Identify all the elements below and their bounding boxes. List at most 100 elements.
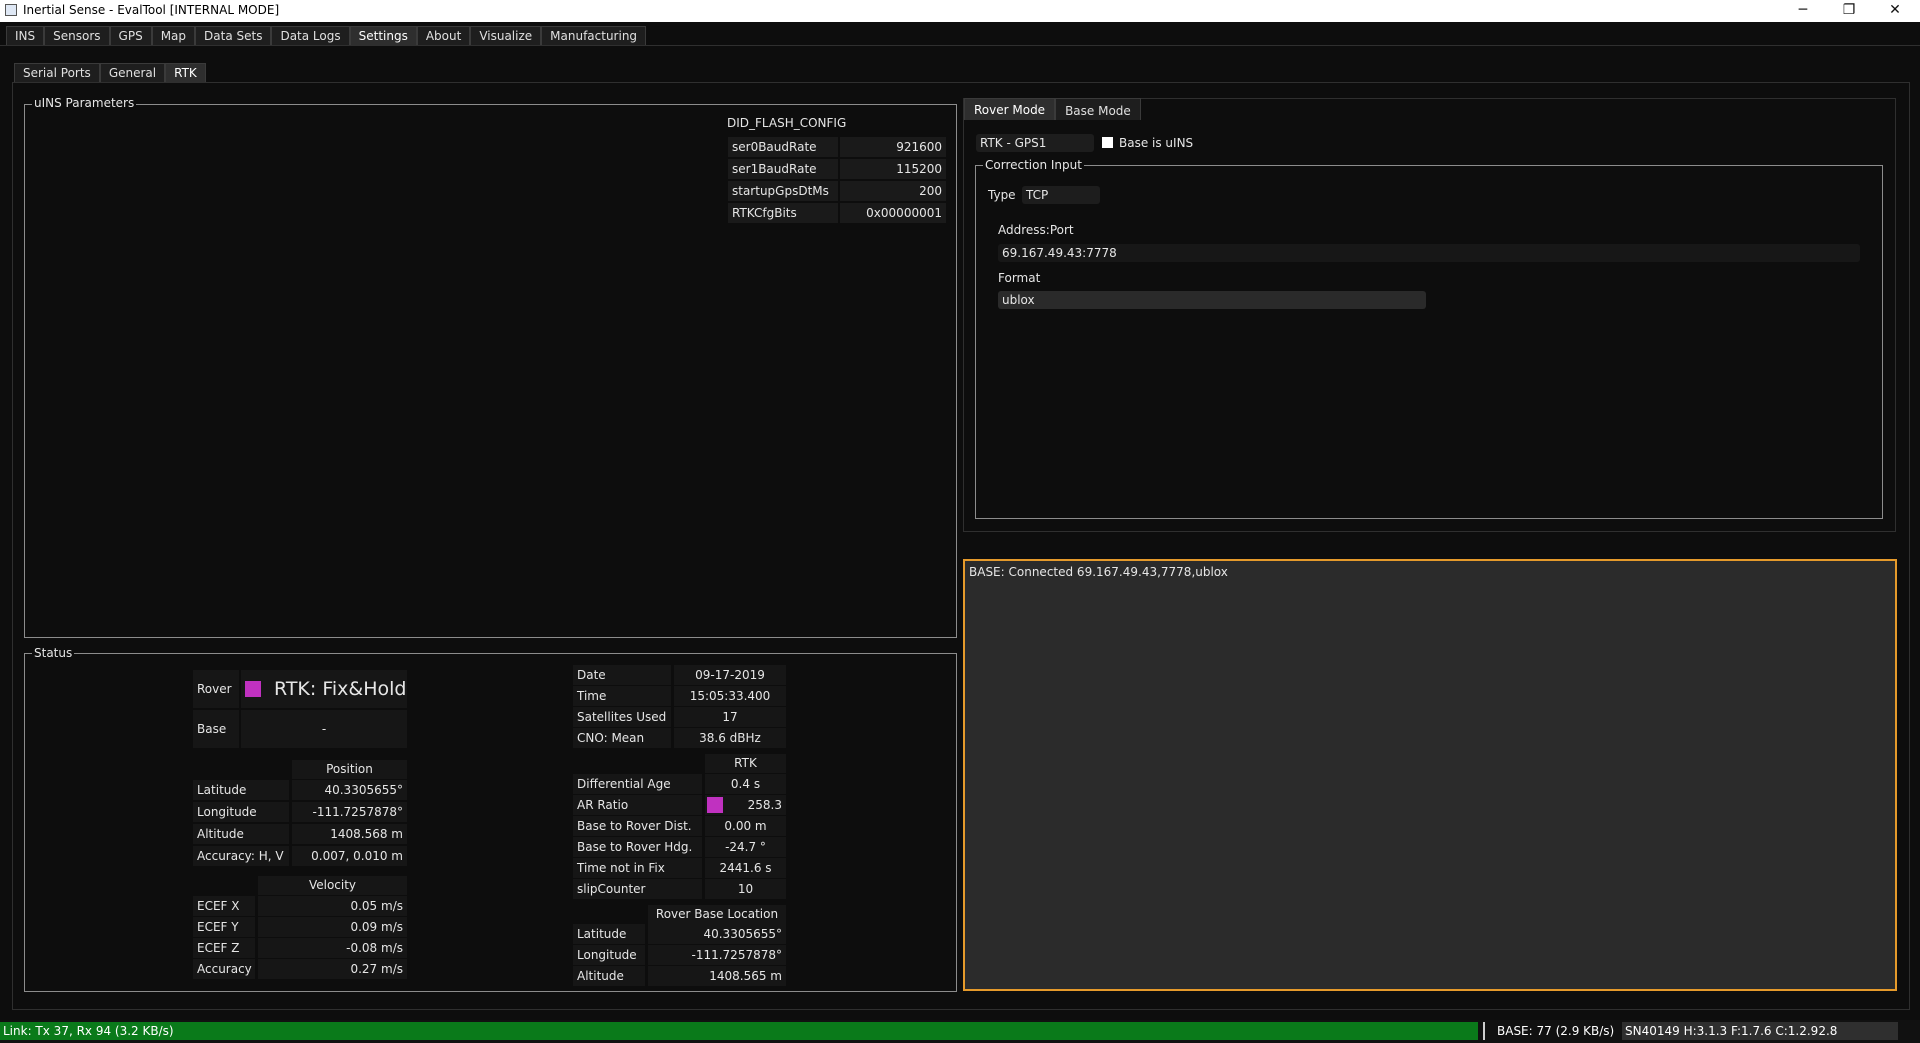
- correction-input-group: [975, 165, 1883, 519]
- config-row-ser0: ser0BaudRate 921600: [728, 137, 946, 157]
- velocity-value: 0.05 m/s: [258, 896, 407, 916]
- position-value: 40.3305655°: [292, 780, 407, 800]
- correction-input-title: Correction Input: [983, 158, 1084, 172]
- info-value: 15:05:33.400: [674, 686, 786, 706]
- velocity-key: Accuracy: [193, 959, 255, 979]
- tab-divider: [0, 45, 1920, 46]
- velocity-value: -0.08 m/s: [258, 938, 407, 958]
- tab-base-mode[interactable]: Base Mode: [1055, 98, 1141, 120]
- info-key: Date: [573, 665, 671, 685]
- tab-data-sets[interactable]: Data Sets: [195, 26, 272, 45]
- config-value[interactable]: 115200: [840, 159, 946, 179]
- link-status: Link: Tx 37, Rx 94 (3.2 KB/s): [0, 1022, 1478, 1040]
- base-location-key: Latitude: [573, 924, 645, 944]
- base-location-value: 40.3305655°: [648, 924, 786, 944]
- rover-fix-indicator: [245, 681, 261, 697]
- device-serial-status: SN40149 H:3.1.3 F:1.7.6 C:1.2.92.8: [1622, 1022, 1898, 1040]
- rtk-key: Differential Age: [573, 774, 702, 794]
- mode-tab-bar: Rover Mode Base Mode: [964, 98, 1141, 120]
- format-select[interactable]: ublox: [998, 291, 1426, 309]
- rtk-mode-select[interactable]: RTK - GPS1: [976, 134, 1094, 152]
- rover-status-cell: RTK: Fix&Hold: [241, 670, 407, 708]
- ar-ratio-indicator: [707, 797, 723, 813]
- status-divider: [1483, 1022, 1485, 1040]
- rtk-key: slipCounter: [573, 879, 702, 899]
- rtk-value: 2441.6 s: [705, 858, 786, 878]
- info-value: 17: [674, 707, 786, 727]
- tab-general[interactable]: General: [99, 63, 166, 82]
- tab-serial-ports[interactable]: Serial Ports: [14, 63, 100, 82]
- base-is-uins-checkbox[interactable]: [1102, 137, 1113, 148]
- config-value[interactable]: 0x00000001: [840, 203, 946, 223]
- velocity-key: ECEF Y: [193, 917, 255, 937]
- tab-manufacturing[interactable]: Manufacturing: [541, 26, 647, 45]
- config-key: startupGpsDtMs: [728, 181, 838, 201]
- tab-about[interactable]: About: [416, 26, 471, 45]
- tab-data-logs[interactable]: Data Logs: [271, 26, 350, 45]
- rtk-header: RTK: [705, 754, 786, 773]
- info-value: 09-17-2019: [674, 665, 786, 685]
- rtk-key: AR Ratio: [573, 795, 702, 815]
- base-status-value: -: [241, 710, 407, 748]
- settings-sub-tab-bar: Serial Ports General RTK: [14, 63, 206, 83]
- address-port-input[interactable]: 69.167.49.43:7778: [998, 244, 1860, 262]
- tab-gps[interactable]: GPS: [109, 26, 152, 45]
- title-bar: Inertial Sense - EvalTool [INTERNAL MODE…: [0, 0, 1920, 22]
- maximize-button[interactable]: ❐: [1826, 0, 1872, 22]
- uins-parameters-title: uINS Parameters: [32, 96, 137, 110]
- tab-rover-mode[interactable]: Rover Mode: [964, 98, 1056, 120]
- position-key: Longitude: [193, 802, 289, 822]
- info-key: Time: [573, 686, 671, 706]
- position-header: Position: [292, 760, 407, 779]
- config-value[interactable]: 921600: [840, 137, 946, 157]
- info-value: 38.6 dBHz: [674, 728, 786, 748]
- config-key: ser1BaudRate: [728, 159, 838, 179]
- type-select[interactable]: TCP: [1022, 186, 1100, 204]
- config-row-startup: startupGpsDtMs 200: [728, 181, 946, 201]
- status-bar: Link: Tx 37, Rx 94 (3.2 KB/s) BASE: 77 (…: [0, 1020, 1920, 1043]
- rtk-value: 10: [705, 879, 786, 899]
- app-icon: [5, 4, 17, 16]
- rtk-value: 258.3: [747, 798, 782, 812]
- address-port-label: Address:Port: [998, 223, 1074, 237]
- rtk-key: Base to Rover Hdg.: [573, 837, 702, 857]
- base-rate-status: BASE: 77 (2.9 KB/s): [1497, 1024, 1615, 1038]
- tab-ins[interactable]: INS: [6, 26, 45, 45]
- rover-label: Rover: [193, 670, 239, 708]
- format-label: Format: [998, 271, 1041, 285]
- velocity-key: ECEF X: [193, 896, 255, 916]
- minimize-button[interactable]: ─: [1780, 0, 1826, 22]
- rtk-key: Base to Rover Dist.: [573, 816, 702, 836]
- status-group: [24, 653, 957, 992]
- base-location-key: Altitude: [573, 966, 645, 986]
- tab-settings[interactable]: Settings: [349, 26, 417, 45]
- base-location-value: 1408.565 m: [648, 966, 786, 986]
- velocity-header: Velocity: [258, 876, 407, 895]
- base-label: Base: [193, 710, 239, 748]
- rtk-value: 0.4 s: [705, 774, 786, 794]
- position-value: 0.007, 0.010 m: [292, 846, 407, 866]
- tab-map[interactable]: Map: [151, 26, 196, 45]
- log-text: BASE: Connected 69.167.49.43,7778,ublox: [969, 565, 1228, 579]
- tab-sensors[interactable]: Sensors: [44, 26, 110, 45]
- velocity-value: 0.27 m/s: [258, 959, 407, 979]
- rtk-key: Time not in Fix: [573, 858, 702, 878]
- base-location-header: Rover Base Location: [648, 905, 786, 924]
- config-row-ser1: ser1BaudRate 115200: [728, 159, 946, 179]
- window-title: Inertial Sense - EvalTool [INTERNAL MODE…: [23, 3, 280, 17]
- connection-log[interactable]: BASE: Connected 69.167.49.43,7778,ublox: [963, 559, 1897, 991]
- close-button[interactable]: ✕: [1872, 0, 1918, 22]
- tab-visualize[interactable]: Visualize: [470, 26, 542, 45]
- config-row-rtkcfg: RTKCfgBits 0x00000001: [728, 203, 946, 223]
- tab-rtk[interactable]: RTK: [165, 63, 206, 82]
- status-title: Status: [32, 646, 75, 660]
- type-label: Type: [988, 188, 1016, 202]
- config-key: RTKCfgBits: [728, 203, 838, 223]
- velocity-key: ECEF Z: [193, 938, 255, 958]
- config-value[interactable]: 200: [840, 181, 946, 201]
- rover-status-value: RTK: Fix&Hold: [274, 678, 407, 700]
- info-key: Satellites Used: [573, 707, 671, 727]
- ar-ratio-cell: 258.3: [705, 795, 786, 815]
- base-location-value: -111.7257878°: [648, 945, 786, 965]
- base-is-uins-label: Base is uINS: [1119, 136, 1194, 150]
